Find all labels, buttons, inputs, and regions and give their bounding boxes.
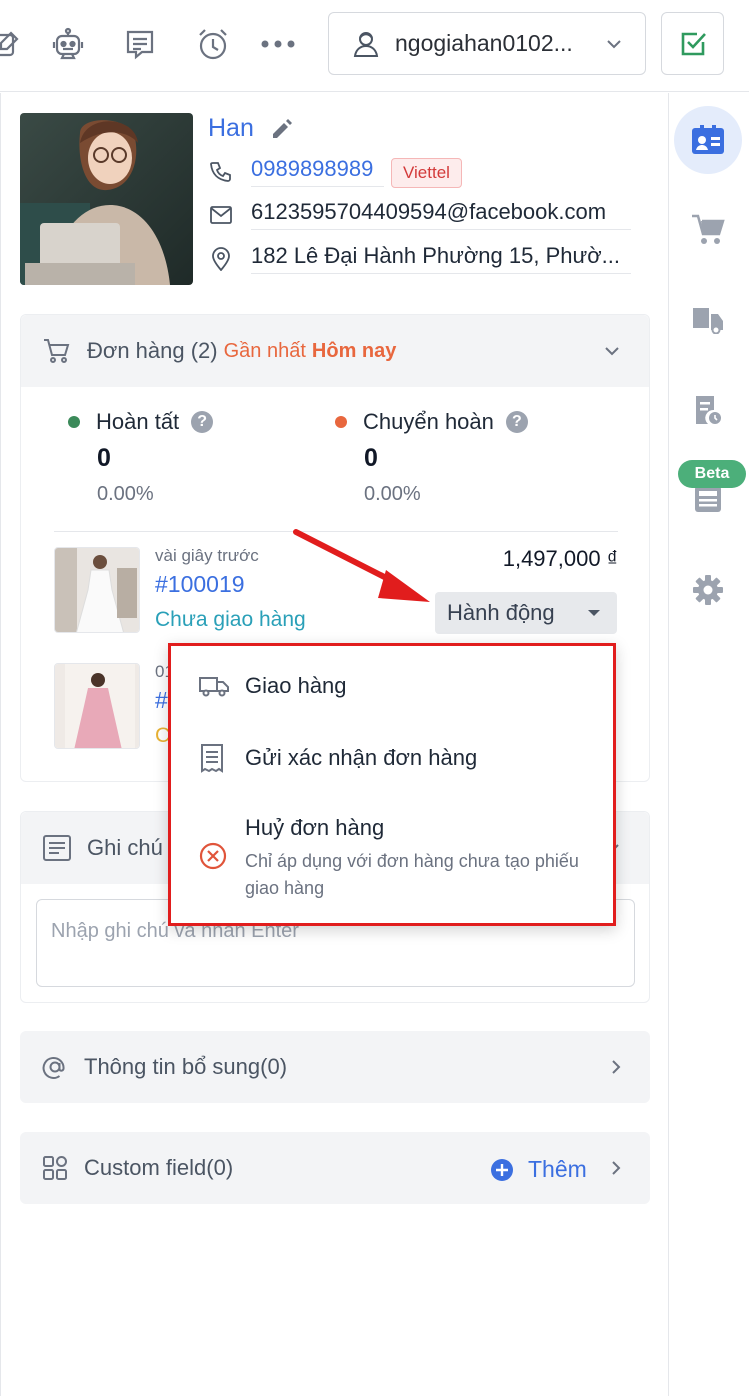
menu-item-label: Huỷ đơn hàng <box>245 815 385 840</box>
stat-completed-percent: 0.00% <box>97 483 154 505</box>
menu-item-cancel[interactable]: Huỷ đơn hàng Chỉ áp dụng với đơn hàng ch… <box>171 802 613 912</box>
extra-info-title: Thông tin bổ sung(0) <box>84 1054 288 1079</box>
order-thumbnail[interactable] <box>54 547 140 633</box>
action-dropdown-button[interactable]: Hành động <box>435 592 617 634</box>
checkbox-check-icon <box>677 28 709 60</box>
chevron-down-icon <box>603 345 621 357</box>
stat-completed-label: Hoàn tất <box>96 409 180 434</box>
annotation-arrow <box>290 528 440 608</box>
receipt-icon <box>199 743 225 773</box>
caret-down-icon <box>587 609 601 617</box>
status-dot <box>335 416 347 428</box>
carrier-badge: Viettel <box>391 158 462 188</box>
menu-item-label: Giao hàng <box>245 673 347 698</box>
chevron-right-icon <box>610 1058 622 1076</box>
address: 182 Lê Đại Hành Phường 15, Phườ... <box>251 243 631 274</box>
cart-icon[interactable] <box>674 196 742 264</box>
orders-header[interactable]: Đơn hàng (2) Gần nhất Hôm nay <box>21 315 649 387</box>
custom-field-header[interactable]: Custom field(0) Thêm <box>20 1132 650 1204</box>
stat-returned-label: Chuyển hoàn <box>363 409 494 434</box>
user-select[interactable]: ngogiahan0102... <box>328 12 646 75</box>
customer-name: Han <box>208 114 254 142</box>
cancel-icon <box>199 842 227 870</box>
stat-returned-percent: 0.00% <box>364 483 421 505</box>
message-icon[interactable] <box>120 24 160 64</box>
contact-card-icon[interactable] <box>674 106 742 174</box>
order-code[interactable]: # <box>155 687 168 714</box>
orders-recent-value: Hôm nay <box>311 339 397 362</box>
shipping-icon[interactable] <box>674 285 742 353</box>
action-dropdown-menu: Giao hàng Gửi xác nhận đơn hàng Huỷ đơn … <box>168 643 616 926</box>
email: 6123595704409594@facebook.com <box>251 199 631 230</box>
menu-item-ship[interactable]: Giao hàng <box>171 658 613 716</box>
location-pin-icon <box>208 247 234 271</box>
address-row: 182 Lê Đại Hành Phường 15, Phườ... <box>208 241 631 277</box>
extra-info-header[interactable]: Thông tin bổ sung(0) <box>20 1031 650 1103</box>
chevron-down-icon <box>605 38 623 50</box>
orders-recent-label: Gần nhất <box>223 339 306 362</box>
stat-returned: Chuyển hoàn ? <box>335 409 528 435</box>
add-custom-field-button[interactable]: Thêm <box>490 1156 587 1183</box>
settings-icon[interactable] <box>674 556 742 624</box>
extra-info-card[interactable]: Thông tin bổ sung(0) <box>20 1031 650 1103</box>
phone-number[interactable]: 0989898989 <box>251 156 384 187</box>
bot-icon[interactable] <box>48 24 88 64</box>
stat-completed-count: 0 <box>97 444 111 472</box>
action-label: Hành động <box>447 600 555 625</box>
custom-field-title: Custom field(0) <box>84 1155 234 1180</box>
notes-title: Ghi chú <box>87 835 163 860</box>
plus-circle-icon <box>490 1158 514 1182</box>
order-status: Chưa giao hàng <box>155 608 306 631</box>
phone-icon <box>208 161 234 183</box>
help-icon[interactable]: ? <box>505 411 528 433</box>
menu-item-label: Gửi xác nhận đơn hàng <box>245 745 478 770</box>
edit-check-icon[interactable] <box>0 24 26 64</box>
checkbox-check-button[interactable] <box>661 12 724 75</box>
order-amount: 1,497,000 ₫ <box>502 546 618 571</box>
email-icon <box>208 206 234 224</box>
truck-icon <box>199 675 229 697</box>
add-label: Thêm <box>528 1156 587 1182</box>
order-thumbnail[interactable] <box>54 663 140 749</box>
at-sign-icon <box>42 1054 68 1080</box>
email-row: 6123595704409594@facebook.com <box>208 197 631 233</box>
cart-icon <box>43 338 71 364</box>
order-code[interactable]: #100019 <box>155 571 245 598</box>
alarm-icon[interactable] <box>193 24 233 64</box>
stat-returned-count: 0 <box>364 444 378 472</box>
custom-field-card[interactable]: Custom field(0) Thêm <box>20 1132 650 1204</box>
beta-badge: Beta <box>678 460 746 488</box>
order-time: vài giây trước <box>155 546 259 565</box>
help-icon[interactable]: ? <box>191 411 214 433</box>
panel-divider <box>0 93 1 1396</box>
more-icon[interactable] <box>258 24 298 64</box>
orders-title: Đơn hàng (2) <box>87 338 218 363</box>
stat-completed: Hoàn tất ? <box>68 409 214 435</box>
menu-item-sub: Chỉ áp dụng với đơn hàng chưa tạo phiếu … <box>245 851 579 898</box>
chevron-right-icon <box>610 1159 622 1177</box>
grid-icon <box>42 1155 68 1181</box>
phone-row: 0989898989 <box>208 154 384 190</box>
edit-name-icon[interactable] <box>270 117 294 141</box>
note-icon <box>43 835 71 861</box>
user-name: ngogiahan0102... <box>395 30 573 56</box>
top-toolbar: ngogiahan0102... <box>0 0 749 92</box>
user-icon <box>351 29 381 59</box>
report-icon[interactable] <box>674 376 742 444</box>
menu-item-send-confirm[interactable]: Gửi xác nhận đơn hàng <box>171 730 613 788</box>
status-dot <box>68 416 80 428</box>
avatar <box>20 113 193 285</box>
